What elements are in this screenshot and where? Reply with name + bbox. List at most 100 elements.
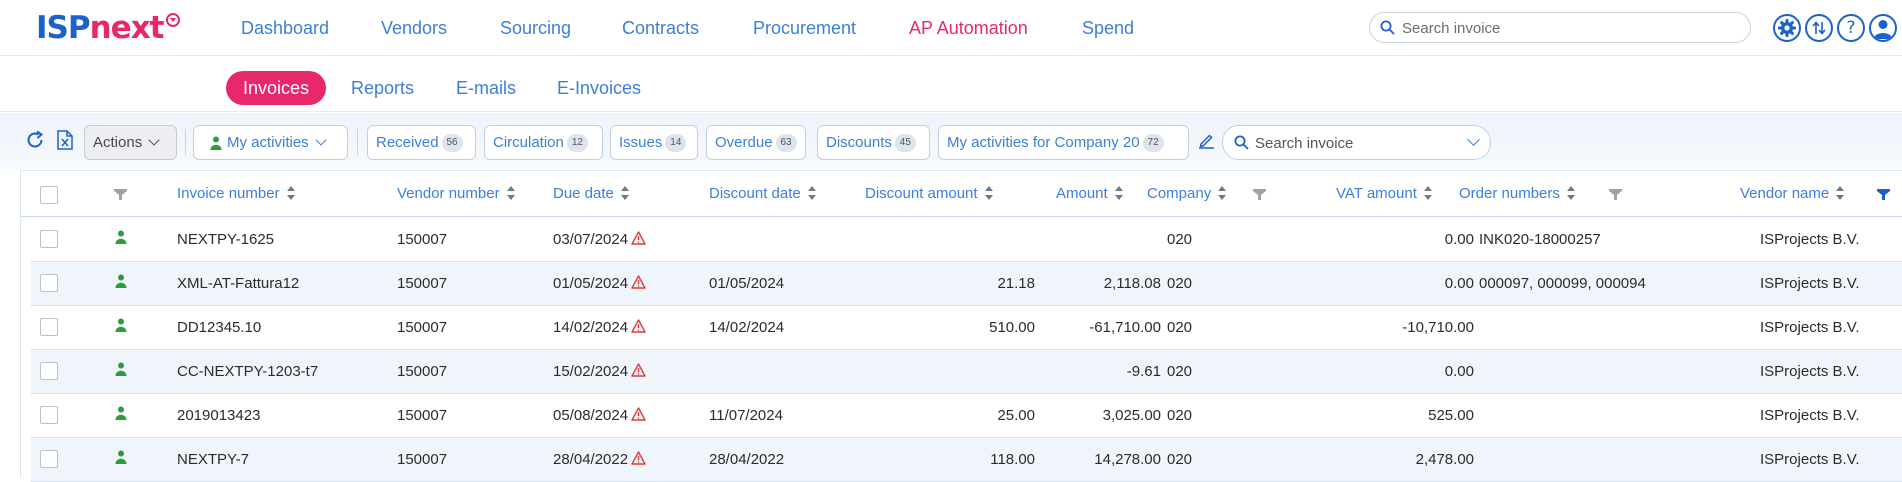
actions-label: Actions	[93, 134, 143, 151]
warning-icon	[631, 275, 646, 289]
cell-vat-amount: 525.00	[1428, 407, 1474, 424]
filter-received-label: Received	[376, 134, 439, 151]
help-icon[interactable]: ?	[1837, 14, 1865, 42]
column-header-discount-date[interactable]: Discount date	[709, 184, 817, 204]
nav-procurement[interactable]: Procurement	[753, 16, 856, 40]
logo-text-isp: ISP	[36, 10, 91, 46]
filter-icon[interactable]	[114, 189, 127, 200]
settings-icon[interactable]	[1773, 14, 1801, 42]
global-search-input[interactable]	[1402, 18, 1742, 38]
actions-dropdown[interactable]: Actions	[84, 125, 177, 160]
row-checkbox[interactable]	[40, 362, 58, 380]
row-checkbox[interactable]	[40, 406, 58, 424]
row-checkbox[interactable]	[40, 274, 58, 292]
nav-dashboard[interactable]: Dashboard	[241, 16, 329, 40]
tab-reports[interactable]: Reports	[351, 71, 414, 105]
filter-icon[interactable]	[1609, 189, 1622, 200]
sort-icon[interactable]	[1805, 14, 1833, 42]
tab-e-invoices[interactable]: E-Invoices	[557, 71, 641, 105]
nav-contracts[interactable]: Contracts	[622, 16, 699, 40]
column-label: Due date	[553, 185, 614, 202]
filter-circulation[interactable]: Circulation 12	[484, 125, 603, 160]
table-row[interactable]: NEXTPY-1625 150007 03/07/2024 020 0.00 I…	[31, 218, 1902, 262]
filter-discounts[interactable]: Discounts 45	[817, 125, 930, 160]
filter-icon[interactable]	[1253, 189, 1266, 200]
cell-vendor-number: 150007	[397, 231, 448, 248]
nav-ap-automation[interactable]: AP Automation	[909, 16, 1028, 40]
table-row[interactable]: NEXTPY-7 150007 28/04/2022 28/04/2022 11…	[31, 438, 1902, 482]
column-header-order-numbers[interactable]: Order numbers	[1459, 184, 1576, 204]
user-icon[interactable]	[1869, 14, 1897, 42]
nav-spend[interactable]: Spend	[1082, 16, 1134, 40]
cell-company: 020	[1167, 451, 1193, 468]
column-header-vendor-name[interactable]: Vendor name	[1740, 184, 1845, 204]
filter-overdue[interactable]: Overdue 63	[706, 125, 806, 160]
sort-icon	[620, 186, 630, 200]
row-checkbox[interactable]	[40, 230, 58, 248]
filter-discounts-label: Discounts	[826, 134, 892, 151]
refresh-icon[interactable]	[25, 130, 45, 150]
cell-vendor-name: ISProjects B.V.	[1760, 231, 1860, 248]
cell-amount: -9.61	[1126, 363, 1161, 380]
filter-search-input[interactable]	[1255, 133, 1455, 153]
sub-navigation: Invoices Reports E-mails E-Invoices	[0, 57, 1902, 112]
cell-due-date: 03/07/2024	[553, 230, 646, 250]
column-header-discount-amount[interactable]: Discount amount	[865, 184, 994, 204]
column-label: Discount amount	[865, 185, 978, 202]
cell-invoice-number[interactable]: DD12345.10	[177, 318, 261, 338]
cell-company: 020	[1167, 231, 1193, 248]
tab-invoices[interactable]: Invoices	[226, 71, 327, 105]
chevron-down-icon	[148, 133, 160, 146]
edit-icon[interactable]	[1198, 132, 1215, 149]
cell-vendor-number: 150007	[397, 275, 448, 292]
row-checkbox[interactable]	[40, 318, 58, 336]
table-row[interactable]: XML-AT-Fattura12 150007 01/05/2024 01/05…	[31, 262, 1902, 306]
warning-icon	[631, 231, 646, 245]
filter-issues[interactable]: Issues 14	[610, 125, 698, 160]
cell-invoice-number[interactable]: XML-AT-Fattura12	[177, 274, 299, 294]
warning-icon	[631, 407, 646, 421]
cell-vendor-number: 150007	[397, 451, 448, 468]
cell-invoice-number[interactable]: NEXTPY-7	[177, 450, 249, 470]
column-header-company[interactable]: Company	[1147, 184, 1227, 204]
filter-overdue-count: 63	[775, 133, 797, 152]
nav-vendors[interactable]: Vendors	[381, 16, 447, 40]
cell-invoice-number[interactable]: CC-NEXTPY-1203-t7	[177, 362, 318, 382]
column-header-amount[interactable]: Amount	[1056, 184, 1124, 204]
cell-due-date: 01/05/2024	[553, 274, 646, 294]
column-header-vendor-number[interactable]: Vendor number	[397, 184, 516, 204]
person-icon	[115, 274, 127, 288]
row-checkbox[interactable]	[40, 450, 58, 468]
cell-invoice-number[interactable]: NEXTPY-1625	[177, 230, 274, 250]
cell-invoice-number[interactable]: 2019013423	[177, 406, 260, 426]
column-header-invoice-number[interactable]: Invoice number	[177, 184, 296, 204]
filter-my-activities-company[interactable]: My activities for Company 20 72	[938, 125, 1189, 160]
table-row[interactable]: DD12345.10 150007 14/02/2024 14/02/2024 …	[31, 306, 1902, 350]
filter-search[interactable]	[1222, 125, 1491, 160]
sort-icon	[1836, 186, 1845, 200]
global-search[interactable]	[1369, 12, 1751, 43]
filter-active-icon[interactable]	[1877, 189, 1890, 200]
chevron-down-icon[interactable]	[1467, 133, 1480, 146]
cell-order-numbers: INK020-18000257	[1479, 231, 1601, 248]
column-header-vat-amount[interactable]: VAT amount	[1336, 184, 1433, 204]
filter-received[interactable]: Received 56	[367, 125, 476, 160]
ispnext-logo[interactable]: ISPnext	[36, 8, 180, 48]
nav-sourcing[interactable]: Sourcing	[500, 16, 571, 40]
my-activities-dropdown[interactable]: My activities	[193, 125, 348, 160]
select-all-checkbox[interactable]	[40, 186, 58, 204]
warning-icon	[631, 451, 646, 465]
cell-discount-date: 01/05/2024	[709, 275, 785, 292]
table-row[interactable]: 2019013423 150007 05/08/2024 11/07/2024 …	[31, 394, 1902, 438]
tab-emails[interactable]: E-mails	[456, 71, 516, 105]
cell-due-date: 28/04/2022	[553, 450, 646, 470]
column-header-due-date[interactable]: Due date	[553, 184, 630, 204]
excel-export-icon[interactable]	[57, 130, 73, 150]
sort-icon	[1218, 186, 1227, 200]
grid-header: Invoice number Vendor number Due date Di…	[21, 171, 1902, 217]
cell-vendor-name: ISProjects B.V.	[1760, 275, 1860, 292]
table-row[interactable]: CC-NEXTPY-1203-t7 150007 15/02/2024 -9.6…	[31, 350, 1902, 394]
sort-icon	[807, 186, 817, 200]
person-icon	[115, 318, 127, 332]
cell-amount: 2,118.08	[1103, 275, 1161, 292]
